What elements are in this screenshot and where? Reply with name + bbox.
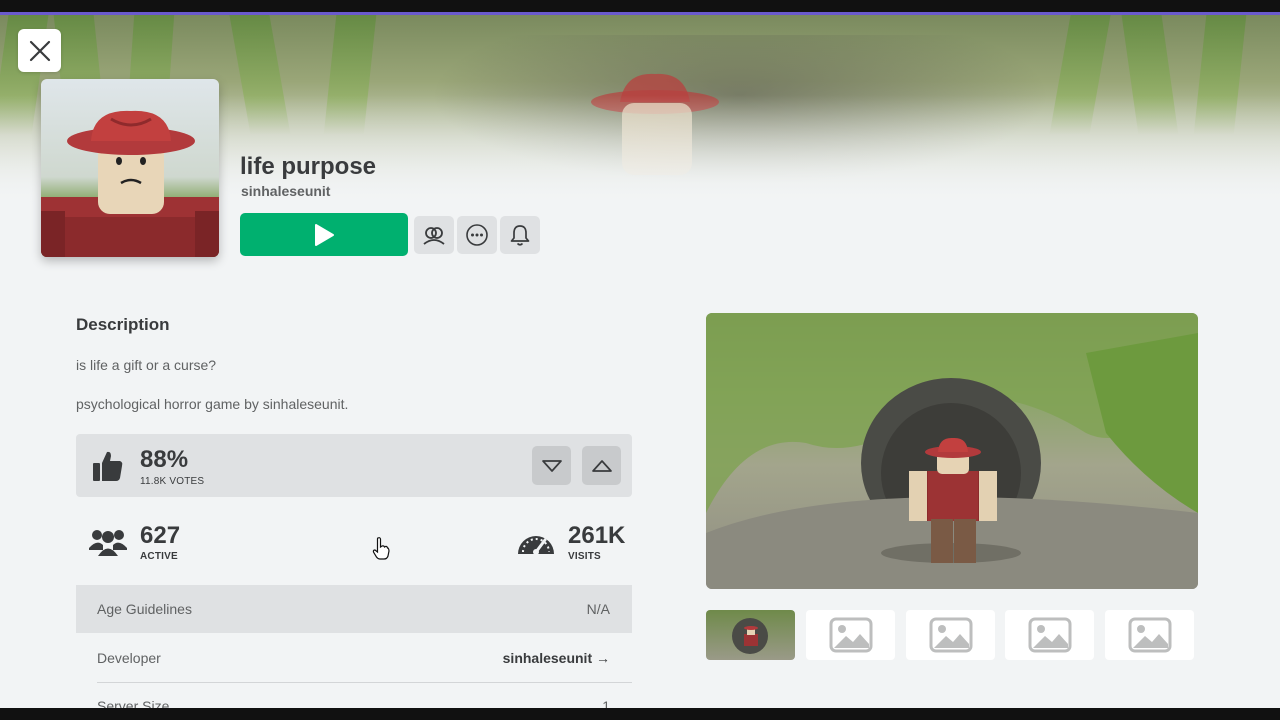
server-size-value: 1 (602, 698, 610, 708)
visits-count: 261K (568, 522, 626, 549)
bell-icon (510, 225, 530, 246)
upvote-icon (591, 459, 612, 472)
gallery-thumb-1[interactable] (706, 610, 795, 660)
gallery-thumb-5[interactable] (1105, 610, 1194, 660)
votes-count: 11.8K VOTES (140, 476, 205, 487)
visits-gauge-icon (518, 536, 554, 555)
notify-button[interactable] (500, 216, 540, 254)
upvote-button[interactable] (582, 446, 621, 485)
arrow-right-icon: → (596, 650, 610, 666)
image-placeholder-icon (829, 617, 872, 653)
server-size-label: Server Size (97, 698, 170, 708)
window-bottom-bar (0, 708, 1280, 720)
description-line: psychological horror game by sinhaleseun… (76, 396, 349, 412)
developer-name: sinhaleseunit (502, 650, 593, 666)
image-placeholder-icon (1128, 617, 1171, 653)
gallery-thumb-3[interactable] (906, 610, 995, 660)
gallery-thumb-4[interactable] (1005, 610, 1094, 660)
server-size-row: Server Size 1 (76, 684, 632, 708)
description-heading: Description (76, 315, 170, 334)
screenshot-thumbnail (732, 618, 768, 654)
votes-percent: 88% (140, 446, 189, 473)
image-placeholder-icon (929, 617, 972, 653)
game-creator[interactable]: sinhaleseunit (241, 183, 330, 199)
more-icon (466, 224, 488, 246)
friends-icon (423, 227, 445, 245)
hand-cursor-icon (372, 537, 390, 560)
visits-label: VISITS (568, 551, 601, 562)
developer-link[interactable]: sinhaleseunit → (503, 650, 610, 666)
active-label: ACTIVE (140, 551, 178, 562)
thumbs-up-icon (93, 451, 123, 481)
age-guidelines-row[interactable]: Age Guidelines N/A (76, 585, 632, 633)
game-title: life purpose (240, 153, 377, 180)
play-button[interactable] (240, 213, 408, 256)
age-guidelines-label: Age Guidelines (97, 601, 192, 617)
downvote-button[interactable] (532, 446, 571, 485)
developer-row[interactable]: Developer sinhaleseunit → (76, 634, 632, 682)
close-icon (29, 40, 50, 61)
game-thumbnail (41, 79, 219, 257)
row-divider (97, 682, 632, 683)
close-button[interactable] (18, 29, 61, 72)
gallery-main-image[interactable] (706, 313, 1198, 589)
players-icon (89, 530, 127, 556)
description-line: is life a gift or a curse? (76, 357, 217, 373)
active-count: 627 (140, 522, 181, 549)
gallery-thumb-2[interactable] (806, 610, 895, 660)
developer-label: Developer (97, 650, 161, 666)
friends-button[interactable] (414, 216, 454, 254)
play-icon (315, 223, 334, 246)
more-options-button[interactable] (457, 216, 497, 254)
age-guidelines-value: N/A (586, 601, 610, 617)
window-top-bar (0, 0, 1280, 12)
downvote-icon (541, 459, 562, 472)
image-placeholder-icon (1028, 617, 1071, 653)
